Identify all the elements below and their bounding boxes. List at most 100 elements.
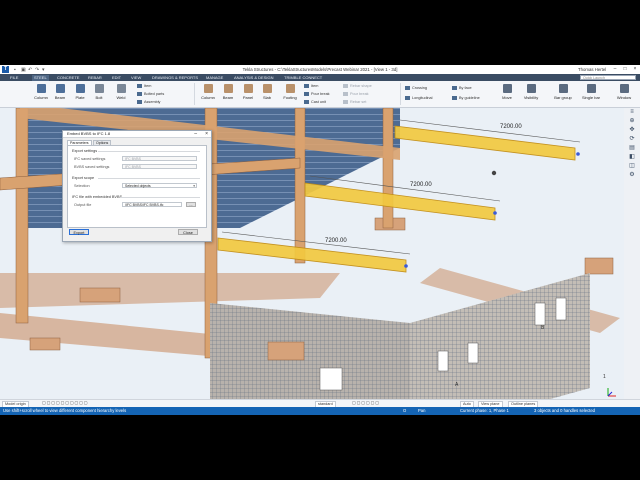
- pan-icon[interactable]: ✥: [628, 127, 636, 133]
- status-bar: Use shift+scroll wheel to view different…: [0, 407, 640, 415]
- concrete-column[interactable]: [382, 108, 394, 229]
- bolted-parts-icon: [137, 92, 142, 96]
- close-button[interactable]: ×: [630, 66, 640, 73]
- by-guideline-icon: [452, 96, 457, 100]
- divider: [98, 151, 200, 152]
- foundation-beam[interactable]: [0, 273, 340, 308]
- ifc-saved-settings-label: IFC saved settings: [74, 157, 106, 161]
- steel-column-button[interactable]: Column: [32, 84, 50, 100]
- bolt-button[interactable]: Bolt: [92, 84, 106, 100]
- plate-icon: [75, 84, 85, 93]
- chevron-down-icon: ▾: [193, 184, 195, 188]
- properties-icon[interactable]: ≡: [628, 109, 636, 115]
- ribbon-longitudinal[interactable]: Longitudinal: [405, 96, 432, 100]
- weld-button[interactable]: Weld: [114, 84, 128, 100]
- window-opening: [437, 350, 449, 372]
- dialog-close-button[interactable]: Close: [178, 229, 198, 235]
- slab-button[interactable]: Slab: [260, 84, 274, 100]
- ribbon-crossing[interactable]: Crossing: [405, 86, 427, 90]
- ribbon-item-item[interactable]: Item: [137, 84, 151, 88]
- catalog-icon[interactable]: ▤: [628, 145, 636, 151]
- selection-handle[interactable]: [493, 211, 497, 215]
- embed-bvbs-dialog: Embed BVBS to IFC 1.8 – × Parameters Opt…: [62, 130, 212, 242]
- selected-beam-3[interactable]: [217, 237, 407, 273]
- dimension-label-3: 7200.00: [325, 238, 347, 244]
- user-name[interactable]: Thomas Hertel: [578, 67, 606, 72]
- status-selection: 3 objects and 0 handles selected: [534, 408, 595, 413]
- selection-dropdown[interactable]: Selected objects ▾: [122, 183, 197, 188]
- dimension-label-1: 7200.00: [500, 124, 522, 130]
- footing-button[interactable]: Footing: [281, 84, 299, 100]
- steel-plate-button[interactable]: Plate: [72, 84, 88, 100]
- bvbs-saved-settings-field[interactable]: IFC BVBS: [122, 164, 197, 169]
- dialog-body: Export settings IFC saved settings IFC B…: [67, 145, 207, 228]
- bar-group-icon: [558, 84, 568, 93]
- ribbon-assembly[interactable]: Assembly: [137, 100, 160, 104]
- ribbon-pour-break[interactable]: Pour break: [304, 92, 330, 96]
- quick-launch-search[interactable]: Quick Launch: [580, 75, 636, 80]
- output-file-input[interactable]: \IFC BVBS\IFC BVBS.ifc: [122, 202, 182, 207]
- move-button[interactable]: Move: [498, 84, 516, 100]
- layers-icon[interactable]: ◧: [628, 154, 636, 160]
- browse-button[interactable]: ...: [186, 202, 196, 207]
- steel-beam-button[interactable]: Beam: [52, 84, 68, 100]
- snap-icons[interactable]: ▢ ▢ ▢ ▢ ▢ ▢ ▢ ▢ ▢ ▢: [40, 401, 89, 406]
- concrete-column-button[interactable]: Column: [199, 84, 217, 100]
- ribbon-rebar-shape[interactable]: Rebar shape: [343, 84, 372, 88]
- ribbon-by-face[interactable]: By face: [452, 86, 472, 90]
- ifc-saved-settings-field[interactable]: IFC BVBS: [122, 156, 197, 161]
- export-scope-label: Export scope: [72, 176, 95, 180]
- window-button[interactable]: Window: [614, 84, 634, 100]
- settings-icon[interactable]: ⚙: [628, 172, 636, 178]
- zoom-icon[interactable]: ⊕: [628, 118, 636, 124]
- door-opening: [534, 302, 546, 326]
- footing[interactable]: [584, 257, 614, 275]
- footing[interactable]: [29, 337, 61, 351]
- ifc-file-section-label: IFC file with embedded BVBS: [72, 195, 123, 199]
- panel-button[interactable]: Panel: [240, 84, 256, 100]
- ribbon-by-guideline[interactable]: By guideline: [452, 96, 480, 100]
- status-phase[interactable]: Current phase: 1, Phase 1: [460, 408, 509, 414]
- selected-beam-2[interactable]: [304, 182, 496, 221]
- dialog-close-x-button[interactable]: ×: [205, 131, 208, 137]
- ribbon: Column Beam Plate Bolt Weld Item Bolted …: [0, 81, 640, 108]
- status-pan: Pan: [418, 408, 426, 413]
- single-bar-icon: [586, 84, 596, 93]
- visibility-button[interactable]: Visibility: [521, 84, 541, 100]
- ribbon-cast-unit[interactable]: Cast unit: [304, 100, 326, 104]
- select-icons[interactable]: ▢ ▢ ▢ ▢ ▢ ▢: [350, 401, 381, 406]
- ribbon-rebar-pour-break[interactable]: Pour break: [343, 92, 369, 96]
- rotate-icon[interactable]: ⟳: [628, 136, 636, 142]
- ribbon-rebar-set[interactable]: Rebar set: [343, 100, 366, 104]
- visibility-icon: [526, 84, 536, 93]
- minimize-button[interactable]: –: [610, 66, 620, 73]
- column-icon: [36, 84, 46, 93]
- bvbs-saved-settings-label: BVBS saved settings: [74, 165, 110, 169]
- side-toolbar: ≡ ⊕ ✥ ⟳ ▤ ◧ ◫ ⚙: [626, 109, 638, 181]
- selection-handle[interactable]: [576, 152, 580, 156]
- corbel[interactable]: [267, 341, 305, 361]
- maximize-button[interactable]: □: [620, 66, 630, 73]
- cast-unit-icon: [304, 100, 309, 104]
- weld-icon: [116, 84, 126, 93]
- footing[interactable]: [79, 287, 121, 303]
- export-button[interactable]: Export: [69, 229, 89, 235]
- dialog-title-bar: Embed BVBS to IFC 1.8 – ×: [63, 131, 211, 138]
- move-icon: [502, 84, 512, 93]
- ribbon-bolted-parts[interactable]: Bolted parts: [137, 92, 164, 96]
- bar-group-button[interactable]: Bar group: [552, 84, 574, 100]
- concrete-beam-button[interactable]: Beam: [220, 84, 236, 100]
- tekla-window: T ▪ ▣ ↶ ↷ ▾ Tekla Structures - C:\TeklaS…: [0, 65, 640, 415]
- concrete-column[interactable]: [294, 108, 306, 264]
- window-title: Tekla Structures - C:\TeklaStructuresMod…: [242, 67, 398, 72]
- concrete-column[interactable]: [15, 108, 29, 324]
- status-o: O: [403, 408, 407, 413]
- selected-beam-1[interactable]: [394, 125, 576, 161]
- clip-plane-icon[interactable]: ◫: [628, 163, 636, 169]
- single-bar-button[interactable]: Single bar: [580, 84, 602, 100]
- rebar-shape-icon: [343, 84, 348, 88]
- ribbon-concrete-item[interactable]: Item: [304, 84, 318, 88]
- dialog-minimize-button[interactable]: –: [194, 131, 197, 137]
- selection-handle[interactable]: [404, 264, 408, 268]
- window-opening: [319, 367, 343, 391]
